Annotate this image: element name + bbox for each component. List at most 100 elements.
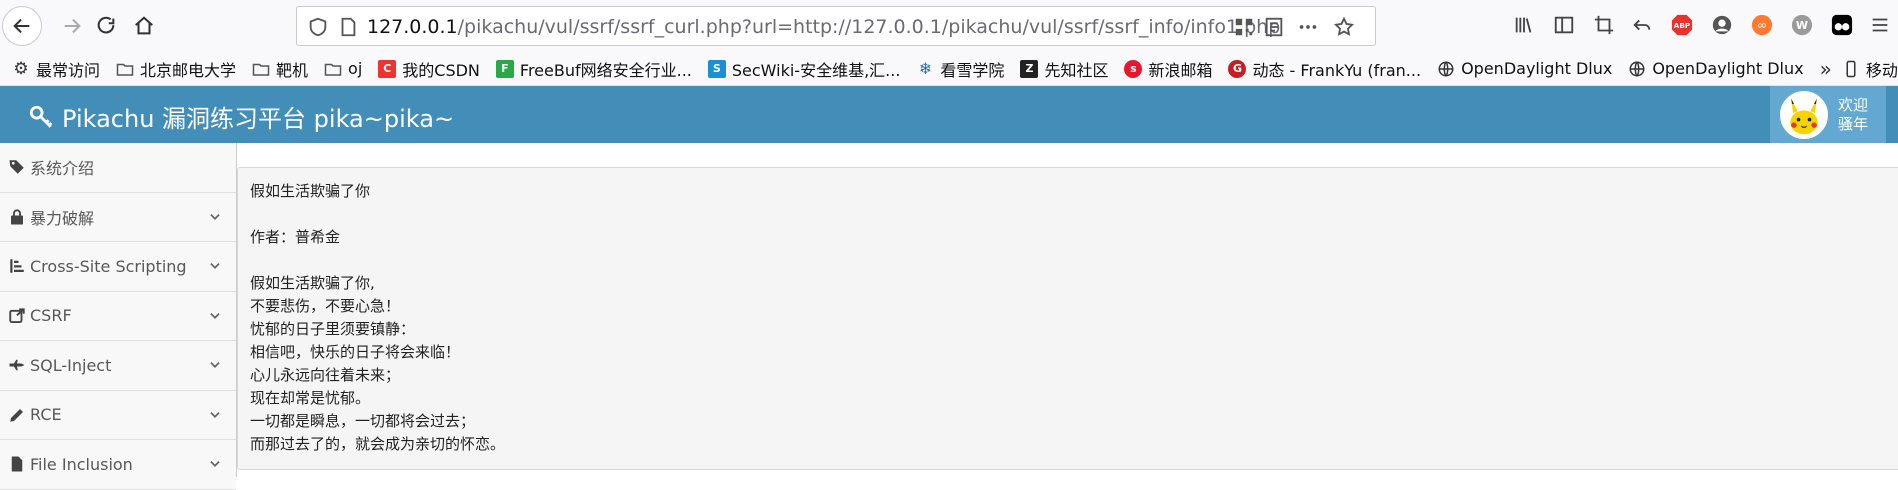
bookmark-folder-oj[interactable]: oj bbox=[324, 59, 362, 78]
chevron-down-icon bbox=[210, 411, 220, 418]
mobile-icon bbox=[1846, 60, 1856, 77]
bookmark-sina[interactable]: s 新浪邮箱 bbox=[1124, 57, 1212, 81]
poem-line: 忧郁的日子里须要镇静： bbox=[250, 320, 416, 338]
reload-button[interactable] bbox=[86, 6, 126, 46]
sidebar: 系统介绍 暴力破解 Cross-Site Scripting CSRF SQL-… bbox=[0, 143, 237, 490]
welcome-line-2: 骚年 bbox=[1838, 114, 1869, 133]
chevron-down-icon bbox=[210, 362, 220, 368]
share-icon bbox=[9, 308, 25, 323]
double-chevron-right-icon: » bbox=[1819, 56, 1832, 81]
bookmark-opendaylight-1[interactable]: OpenDaylight Dlux bbox=[1437, 59, 1612, 78]
bookmark-label: 我的CSDN bbox=[402, 60, 480, 80]
bookmark-label: OpenDaylight Dlux bbox=[1461, 59, 1613, 78]
folder-icon bbox=[116, 63, 134, 76]
bookmark-xianzhi[interactable]: Z 先知社区 bbox=[1020, 57, 1108, 81]
sidebar-item-label: File Inclusion bbox=[30, 454, 133, 474]
arrow-left-icon bbox=[13, 18, 30, 34]
adblock-icon[interactable]: ABP bbox=[1670, 13, 1694, 37]
csdn-icon: C bbox=[378, 59, 397, 78]
reload-icon bbox=[97, 16, 115, 34]
shield-icon[interactable] bbox=[307, 16, 329, 38]
url-host: 127.0.0.1 bbox=[367, 16, 458, 38]
reader-view-icon[interactable] bbox=[1263, 16, 1285, 38]
bookmark-star-icon[interactable] bbox=[1333, 16, 1355, 38]
sidebar-item-csrf[interactable]: CSRF bbox=[0, 291, 236, 341]
sidebar-item-rce[interactable]: RCE bbox=[0, 390, 236, 440]
url-path: /pikachu/vul/ssrf/ssrf_curl.php?url=http… bbox=[457, 16, 1281, 38]
home-button[interactable] bbox=[124, 6, 164, 46]
sina-icon: s bbox=[1124, 59, 1143, 78]
crop-screenshot-icon[interactable] bbox=[1592, 13, 1616, 37]
undo-icon[interactable] bbox=[1630, 13, 1654, 37]
address-bar[interactable]: 127.0.0.1/pikachu/vul/ssrf/ssrf_curl.php… bbox=[296, 6, 1376, 46]
sidebar-item-intro[interactable]: 系统介绍 bbox=[0, 143, 236, 193]
tampermonkey-icon[interactable] bbox=[1830, 13, 1854, 37]
bookmark-kanxue[interactable]: ❄ 看雪学院 bbox=[916, 57, 1005, 81]
chevron-down-icon bbox=[210, 213, 220, 220]
bookmark-secwiki[interactable]: S SecWiki-安全维基,汇... bbox=[707, 57, 901, 81]
fetched-content-panel: 假如生活欺骗了你 作者：普希金 假如生活欺骗了你, 不要悲伤，不要心急！ 忧郁的… bbox=[237, 167, 1898, 470]
w-extension-icon[interactable]: W bbox=[1790, 13, 1814, 37]
poem-author: 作者：普希金 bbox=[250, 228, 341, 246]
home-icon bbox=[135, 16, 153, 35]
svg-text:∞: ∞ bbox=[1757, 18, 1767, 32]
sidebar-item-label: 系统介绍 bbox=[30, 159, 95, 179]
sidebar-item-label: Cross-Site Scripting bbox=[30, 256, 187, 276]
bookmark-freebuf[interactable]: F FreeBuf网络安全行业... bbox=[495, 57, 692, 81]
browser-toolbar: 127.0.0.1/pikachu/vul/ssrf/ssrf_curl.php… bbox=[0, 0, 1898, 52]
poem-line: 相信吧，快乐的日子将会来临！ bbox=[250, 343, 461, 361]
avatar bbox=[1780, 90, 1828, 139]
sidebar-item-sqli[interactable]: SQL-Inject bbox=[0, 341, 236, 391]
sidebar-toggle-icon[interactable] bbox=[1552, 13, 1576, 37]
bookmark-label: 看雪学院 bbox=[940, 60, 1005, 80]
bookmark-folder-bupt[interactable]: 北京邮电大学 bbox=[116, 57, 236, 81]
user-menu[interactable]: 欢迎 骚年 bbox=[1770, 86, 1886, 143]
bookmark-gitee[interactable]: G 动态 - FrankYu (fran... bbox=[1228, 57, 1421, 81]
gitee-icon: G bbox=[1228, 59, 1247, 78]
sidebar-item-bruteforce[interactable]: 暴力破解 bbox=[0, 192, 236, 242]
file-icon bbox=[11, 456, 23, 472]
bookmark-folder-target[interactable]: 靶机 bbox=[252, 57, 308, 81]
bookmark-label: SecWiki-安全维基,汇... bbox=[731, 60, 901, 80]
gear-icon: ⚙ bbox=[13, 58, 29, 79]
bookmark-most-visited[interactable]: ⚙ 最常访问 bbox=[12, 57, 100, 81]
bookmark-csdn[interactable]: C 我的CSDN bbox=[378, 57, 480, 81]
url-text[interactable]: 127.0.0.1/pikachu/vul/ssrf/ssrf_curl.php… bbox=[367, 16, 1280, 38]
library-icon[interactable] bbox=[1512, 13, 1536, 37]
poem-line: 心儿永远向往着未来； bbox=[250, 366, 401, 384]
list-icon bbox=[10, 259, 24, 273]
bookmarks-overflow-button[interactable]: » bbox=[1820, 57, 1832, 81]
bookmark-label: 先知社区 bbox=[1044, 60, 1109, 80]
menu-icon[interactable] bbox=[1868, 13, 1892, 37]
poem-line: 现在却常是忧郁。 bbox=[250, 389, 371, 407]
account-icon[interactable] bbox=[1710, 13, 1734, 37]
bookmark-label: 北京邮电大学 bbox=[140, 60, 237, 80]
poem-line: 假如生活欺骗了你, bbox=[250, 274, 375, 292]
more-actions-icon[interactable] bbox=[1297, 16, 1319, 38]
infinity-extension-icon[interactable]: ∞ bbox=[1750, 13, 1774, 37]
welcome-text: 欢迎 骚年 bbox=[1838, 96, 1868, 134]
page-info-icon[interactable] bbox=[337, 16, 359, 38]
bookmark-label: 动态 - FrankYu (fran... bbox=[1252, 60, 1422, 80]
poem-line: 而那过去了的，就会成为亲切的怀恋。 bbox=[250, 435, 506, 453]
app-header: Pikachu 漏洞练习平台 pika~pika~ 欢迎 骚年 bbox=[0, 86, 1898, 143]
sidebar-item-xss[interactable]: Cross-Site Scripting bbox=[0, 242, 236, 292]
bookmark-label: 新浪邮箱 bbox=[1148, 60, 1213, 80]
pencil-icon bbox=[10, 408, 23, 422]
bookmark-label: FreeBuf网络安全行业... bbox=[519, 60, 692, 80]
back-button[interactable] bbox=[2, 6, 42, 46]
qr-code-icon[interactable] bbox=[1233, 16, 1255, 38]
chevron-down-icon bbox=[210, 312, 220, 319]
bookmark-mobile[interactable]: 移动设备上的书签 bbox=[1842, 57, 1898, 81]
chevron-down-icon bbox=[210, 461, 220, 467]
welcome-line-1: 欢迎 bbox=[1838, 95, 1869, 114]
bookmark-label: OpenDaylight Dlux bbox=[1652, 59, 1804, 78]
app-title-text: Pikachu 漏洞练习平台 pika~pika~ bbox=[62, 105, 455, 133]
poem-line: 一切都是瞬息，一切都将会过去； bbox=[250, 412, 476, 430]
sidebar-item-file-inclusion[interactable]: File Inclusion bbox=[0, 440, 236, 490]
app-title[interactable]: Pikachu 漏洞练习平台 pika~pika~ bbox=[28, 99, 454, 134]
bookmark-opendaylight-2[interactable]: OpenDaylight Dlux bbox=[1628, 59, 1804, 78]
sidebar-item-label: CSRF bbox=[30, 306, 72, 326]
globe-icon bbox=[1438, 61, 1454, 76]
folder-icon bbox=[252, 63, 270, 76]
